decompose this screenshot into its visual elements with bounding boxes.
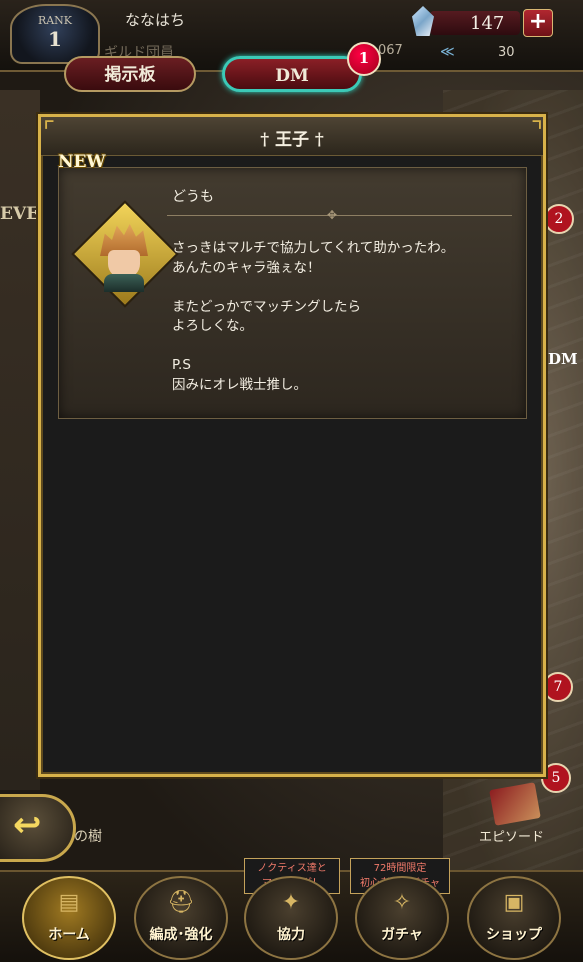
gem-count: 147 [470, 13, 505, 34]
nav-gacha[interactable]: ✧ ガチャ [355, 876, 449, 960]
helmet-icon: ⛑ [167, 890, 195, 915]
tab-bulletin-board[interactable]: 掲示板 [64, 56, 196, 92]
nav-coop-label: 協力 [277, 927, 305, 943]
nav-home-label: ホーム [48, 927, 90, 943]
rank-badge: RANK 1 [10, 4, 100, 64]
stamina-value: 30 [498, 45, 515, 60]
home-map-icon: ▤ [58, 890, 80, 915]
add-gems-button[interactable]: + [523, 9, 553, 37]
nav-formation-label: 編成･強化 [149, 927, 213, 943]
back-button[interactable]: ↩ [0, 794, 76, 862]
side-count-badge: 7 [543, 672, 573, 702]
sender-avatar[interactable] [98, 224, 150, 292]
message-body: さっきはマルチで協力してくれて助かったわ。 あんたのキャラ強ぇな！ またどっかで… [172, 240, 455, 393]
rank-label: RANK [37, 14, 73, 27]
corner-ornament-icon: ⌝ [530, 117, 543, 147]
nav-shop[interactable]: ▣ ショップ [467, 876, 561, 960]
divider-ornament-icon: ✥ [326, 208, 338, 222]
rank-value: 1 [48, 27, 62, 51]
nav-formation[interactable]: ⛑ 編成･強化 [134, 876, 228, 960]
dm-message-modal: † 王子 † ⌜ ⌝ どうも ✥ さっきはマルチで協力してくれて助かったわ。 あ… [38, 114, 546, 777]
cooperation-icon: ✦ [281, 890, 301, 915]
new-tag: NEW [58, 152, 106, 172]
avatar-body [104, 274, 144, 292]
background-left-panel [0, 90, 40, 790]
tree-label: の樹 [74, 829, 102, 845]
event-label: EVE [0, 204, 40, 224]
episode-label[interactable]: エピソード [479, 826, 544, 845]
gacha-icon: ✧ [392, 890, 412, 915]
side-count-badge: 2 [544, 204, 574, 234]
nav-shop-label: ショップ [486, 927, 542, 943]
nav-home[interactable]: ▤ ホーム [22, 876, 116, 960]
message-card[interactable]: どうも ✥ さっきはマルチで協力してくれて助かったわ。 あんたのキャラ強ぇな！ … [58, 167, 527, 419]
tab-dm[interactable]: DM [222, 56, 362, 92]
modal-title-bar: † 王子 † [41, 117, 543, 156]
stamina-icon: ≪ [440, 44, 455, 60]
corner-ornament-icon: ⌜ [43, 117, 56, 147]
message-subject: どうも [172, 189, 214, 205]
player-name: ななはち [125, 11, 186, 29]
side-dm-label[interactable]: DM [548, 350, 578, 368]
nav-gacha-label: ガチャ [381, 927, 423, 943]
shop-icon: ▣ [503, 890, 525, 915]
nav-coop[interactable]: ✦ 協力 [244, 876, 338, 960]
dm-unread-badge: 1 [347, 42, 381, 76]
modal-title: † 王子 † [260, 130, 324, 150]
back-arrow-icon: ↩ [13, 805, 42, 845]
exp-number: 067 [378, 43, 403, 58]
